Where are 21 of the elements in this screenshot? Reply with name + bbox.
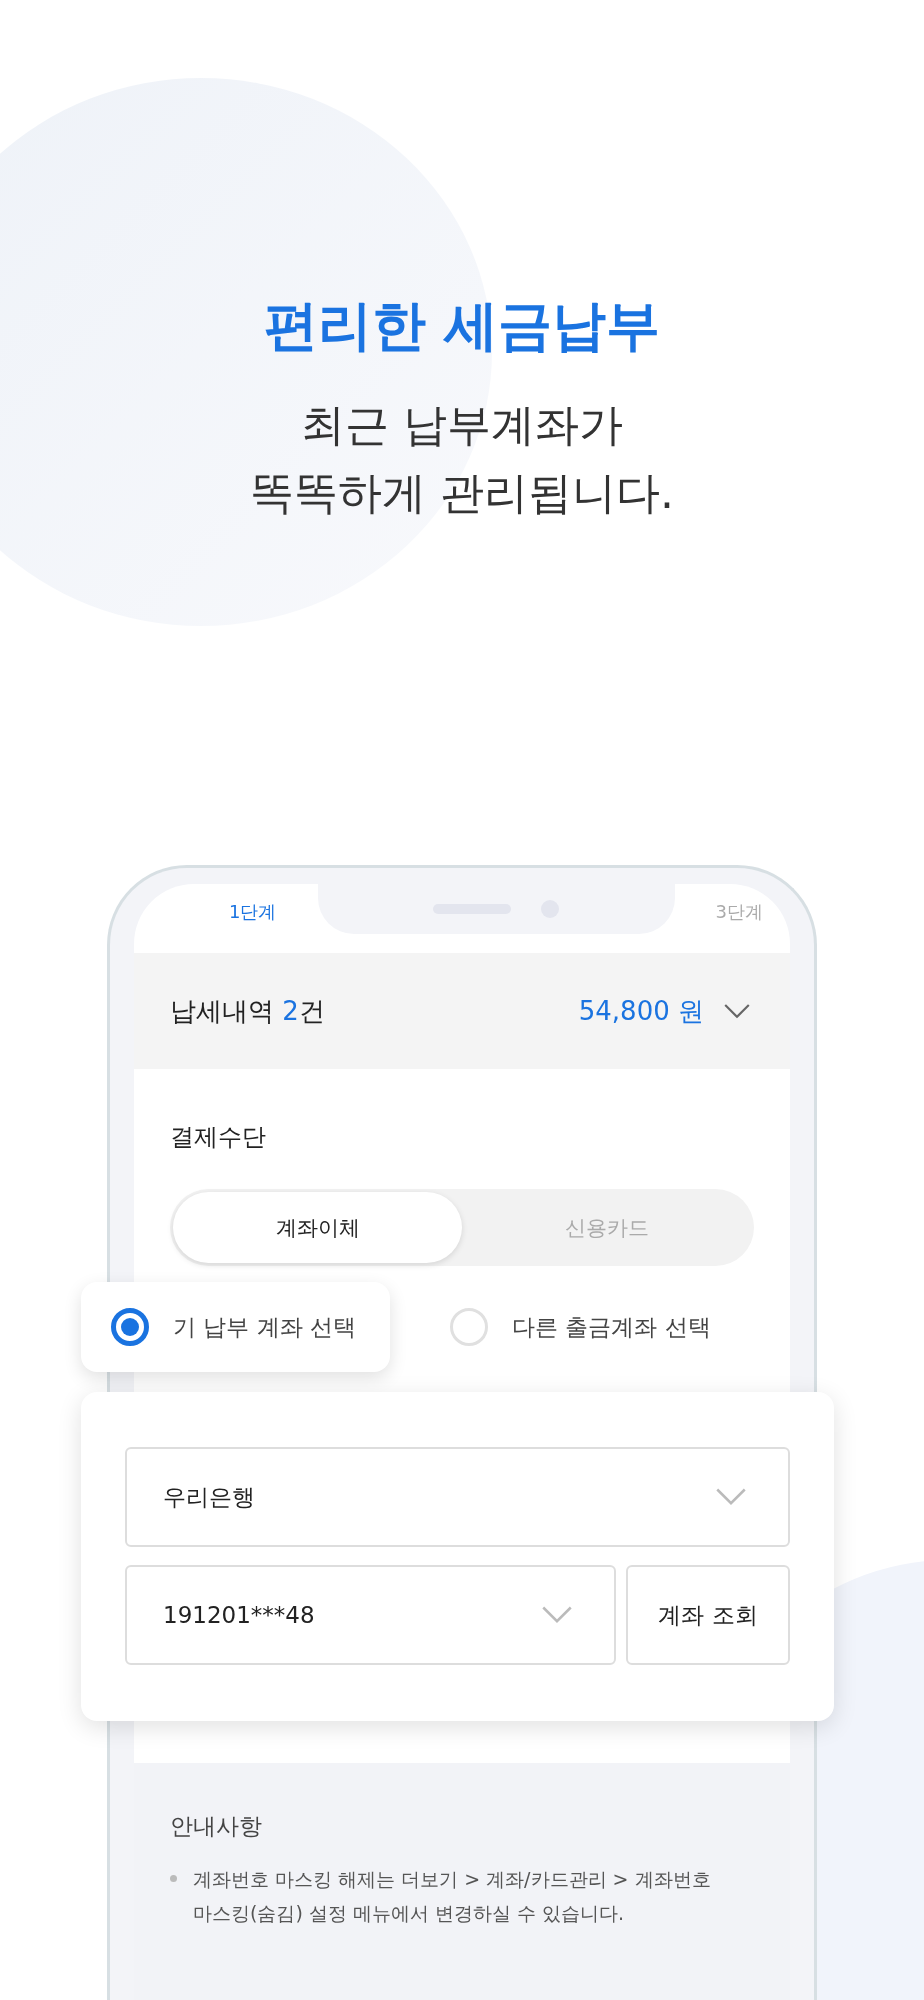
- subtitle-text: 최근 납부계좌가: [301, 398, 623, 452]
- payment-tab[interactable]: 계좌이체: [173, 1192, 462, 1263]
- dropdown-value: 191201***48: [163, 1602, 315, 1628]
- account-dropdown[interactable]: 191201***48: [125, 1565, 616, 1665]
- total-amount: 54,800 원: [578, 994, 704, 1028]
- bank-dropdown[interactable]: 우리은행: [125, 1447, 790, 1547]
- option-label: 기 납부 계좌 선택: [173, 1312, 356, 1342]
- option-label: 다른 출금계좌 선택: [511, 1312, 711, 1342]
- notice-title: 안내사항: [170, 1812, 263, 1841]
- step-label: 1단계: [229, 900, 277, 924]
- step-label: 3단계: [715, 900, 763, 924]
- section-title: 결제수단: [170, 1122, 267, 1153]
- subtitle-text: 똑똑하게 관리됩니다.: [250, 466, 674, 520]
- notice-text: 계좌번호 마스킹 해제는 더보기 > 계좌/카드관리 > 계좌번호 마스킹(숨김) 설정 메뉴에서 변경하실 수 있습니다.: [193, 1867, 712, 1926]
- account-lookup-button[interactable]: 계좌 조회: [626, 1565, 790, 1665]
- radio-option[interactable]: 기 납부 계좌 선택: [81, 1282, 390, 1372]
- radio-option[interactable]: 다른 출금계좌 선택: [419, 1282, 745, 1372]
- summary-bar[interactable]: 납세내역 2건 54,800 원: [134, 953, 790, 1069]
- tax-history-count: 납세내역 2건: [170, 994, 325, 1028]
- headline: 편리한 세금납부: [263, 293, 661, 359]
- dropdown-value: 우리은행: [163, 1482, 255, 1512]
